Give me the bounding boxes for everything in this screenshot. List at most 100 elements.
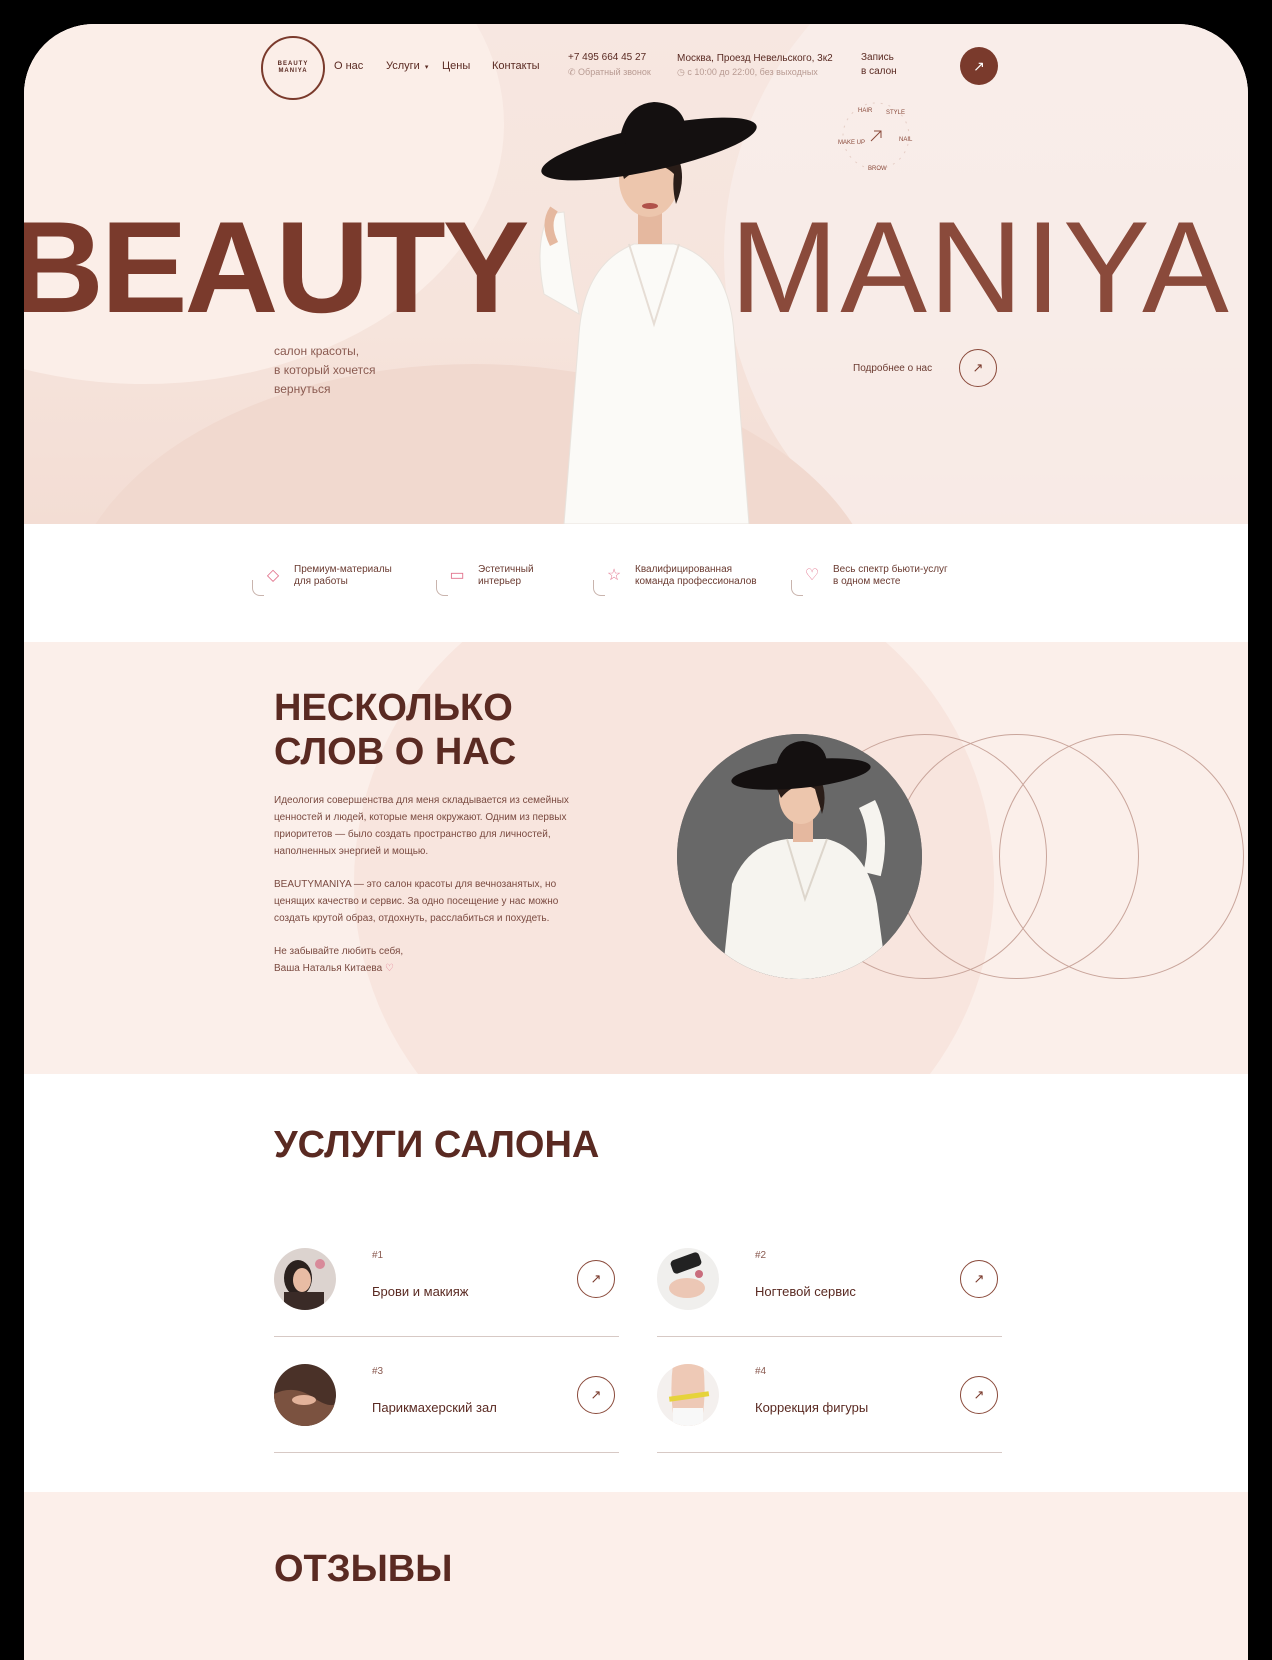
feature-item: ◇ Премиум-материалы для работы xyxy=(252,564,392,596)
service-item[interactable]: #3 Парикмахерский зал ↗ xyxy=(274,1340,619,1453)
services-title: УСЛУГИ САЛОНА xyxy=(274,1124,600,1166)
more-about-button[interactable]: ↗ xyxy=(959,349,997,387)
booking-line1[interactable]: Запись xyxy=(861,52,894,63)
booking-button[interactable]: ↗ xyxy=(960,47,998,85)
service-name: Брови и макияж xyxy=(372,1284,469,1299)
tagline-line: вернуться xyxy=(274,382,331,396)
arrow-up-right-icon: ↗ xyxy=(973,57,985,74)
nav-services-label: Услуги xyxy=(386,60,420,72)
nav-contacts[interactable]: Контакты xyxy=(492,60,540,72)
arrow-up-right-icon: ↗ xyxy=(972,360,984,375)
phone-link[interactable]: +7 495 664 45 27 xyxy=(568,52,646,63)
feature-item: ☆ Квалифицированная команда профессионал… xyxy=(593,564,757,596)
service-thumbnail xyxy=(274,1364,336,1426)
nav-about[interactable]: О нас xyxy=(334,60,363,72)
feature-item: ▭ Эстетичный интерьер xyxy=(436,564,534,596)
services-section: УСЛУГИ САЛОНА #1 Брови и макияж ↗ #2 Ног… xyxy=(24,1074,1248,1484)
star-icon: ☆ xyxy=(606,567,622,584)
chevron-down-icon: ▾ xyxy=(424,64,429,71)
divider xyxy=(791,580,803,596)
booking-line2[interactable]: в салон xyxy=(861,66,897,77)
about-section: НЕСКОЛЬКО СЛОВ О НАС Идеология совершенс… xyxy=(24,642,1248,1074)
address: Москва, Проезд Невельского, 3к2 xyxy=(677,53,833,64)
service-open-button[interactable]: ↗ xyxy=(577,1260,615,1298)
service-open-button[interactable]: ↗ xyxy=(577,1376,615,1414)
hero-title-maniya: MANIYA xyxy=(730,194,1231,340)
hero-model-image xyxy=(539,102,757,524)
about-paragraph: Идеология совершенства для меня складыва… xyxy=(274,795,569,857)
reviews-title: ОТЗЫВЫ xyxy=(274,1548,453,1590)
decor-ring xyxy=(999,734,1244,979)
service-open-button[interactable]: ↗ xyxy=(960,1376,998,1414)
feature-text: Весь спектр бьюти-услуг в одном месте xyxy=(833,564,948,587)
badge-word: BROW xyxy=(868,166,887,172)
more-about-link[interactable]: Подробнее о нас xyxy=(853,363,932,374)
service-thumbnail xyxy=(274,1248,336,1310)
hours: ◷ с 10:00 до 22:00, без выходных xyxy=(677,67,818,78)
about-text: Идеология совершенства для меня складыва… xyxy=(274,792,584,977)
clock-icon: ◷ xyxy=(677,67,688,77)
service-name: Ногтевой сервис xyxy=(755,1284,856,1299)
logo-line: MANIYA xyxy=(278,68,308,74)
owner-photo xyxy=(677,734,922,979)
badge-word: MAKE UP xyxy=(838,140,865,146)
sofa-icon: ▭ xyxy=(449,567,465,584)
device-frame: BEAUTY MANIYA О нас Услуги ▾ Цены Контакт… xyxy=(0,0,1272,1660)
divider xyxy=(252,580,264,596)
service-name: Коррекция фигуры xyxy=(755,1400,869,1415)
heart-icon: ♡ xyxy=(804,567,820,584)
callback-link[interactable]: ✆ Обратный звонок xyxy=(568,67,651,78)
arrow-up-right-icon: ↗ xyxy=(973,1271,985,1286)
diamond-icon: ◇ xyxy=(266,567,280,584)
owner-photo-image xyxy=(677,734,922,979)
arrow-up-right-icon: ↗ xyxy=(590,1271,602,1286)
hero-section: BEAUTY MANIYA О нас Услуги ▾ Цены Контакт… xyxy=(24,24,1248,524)
signature-name: Ваша Наталья Китаева xyxy=(274,963,383,974)
service-number: #1 xyxy=(372,1250,384,1261)
feature-text: Эстетичный интерьер xyxy=(478,564,534,587)
divider xyxy=(436,580,448,596)
hero-tagline: салон красоты, в который хочется вернуть… xyxy=(274,342,376,399)
service-item[interactable]: #2 Ногтевой сервис ↗ xyxy=(657,1224,1002,1337)
badge-word: STYLE xyxy=(886,110,905,116)
hours-label: с 10:00 до 22:00, без выходных xyxy=(687,67,818,77)
phone-icon: ✆ xyxy=(568,67,579,77)
service-name: Парикмахерский зал xyxy=(372,1400,497,1415)
nav-prices[interactable]: Цены xyxy=(442,60,470,72)
arrow-up-right-icon xyxy=(870,130,882,142)
service-thumbnail xyxy=(657,1364,719,1426)
reviews-section: ОТЗЫВЫ xyxy=(24,1492,1248,1660)
badge-word: HAIR xyxy=(858,108,873,114)
about-signature-line: Не забывайте любить себя, xyxy=(274,946,404,957)
features-strip: ◇ Премиум-материалы для работы ▭ Эстетич… xyxy=(24,524,1248,642)
hero-title-beauty: BEAUTY xyxy=(24,194,529,340)
service-item[interactable]: #1 Брови и макияж ↗ xyxy=(274,1224,619,1337)
services-badge[interactable]: HAIR STYLE NAIL BROW MAKE UP xyxy=(836,96,916,176)
about-title-line: НЕСКОЛЬКО xyxy=(274,687,513,729)
divider xyxy=(593,580,605,596)
nav-services[interactable]: Услуги ▾ xyxy=(386,60,428,72)
arrow-up-right-icon: ↗ xyxy=(973,1387,985,1402)
logo[interactable]: BEAUTY MANIYA xyxy=(261,36,325,100)
screen: BEAUTY MANIYA О нас Услуги ▾ Цены Контакт… xyxy=(24,24,1248,1660)
arrow-up-right-icon: ↗ xyxy=(590,1387,602,1402)
service-number: #4 xyxy=(755,1366,767,1377)
service-open-button[interactable]: ↗ xyxy=(960,1260,998,1298)
tagline-line: в который хочется xyxy=(274,363,376,377)
callback-label: Обратный звонок xyxy=(578,67,651,77)
about-title-line: СЛОВ О НАС xyxy=(274,731,517,773)
about-title: НЕСКОЛЬКО СЛОВ О НАС xyxy=(274,686,516,774)
logo-line: BEAUTY xyxy=(277,61,309,67)
feature-item: ♡ Весь спектр бьюти-услуг в одном месте xyxy=(791,564,948,596)
badge-word: NAIL xyxy=(899,137,913,143)
about-paragraph: BEAUTYMANIYA — это салон красоты для веч… xyxy=(274,879,559,924)
tagline-line: салон красоты, xyxy=(274,344,360,358)
feature-text: Квалифицированная команда профессионалов xyxy=(635,564,757,587)
service-number: #2 xyxy=(755,1250,767,1261)
heart-icon: ♡ xyxy=(384,963,394,974)
service-thumbnail xyxy=(657,1248,719,1310)
service-item[interactable]: #4 Коррекция фигуры ↗ xyxy=(657,1340,1002,1453)
feature-text: Премиум-материалы для работы xyxy=(294,564,392,587)
about-signature: Ваша Наталья Китаева ♡ xyxy=(274,960,584,977)
service-number: #3 xyxy=(372,1366,384,1377)
